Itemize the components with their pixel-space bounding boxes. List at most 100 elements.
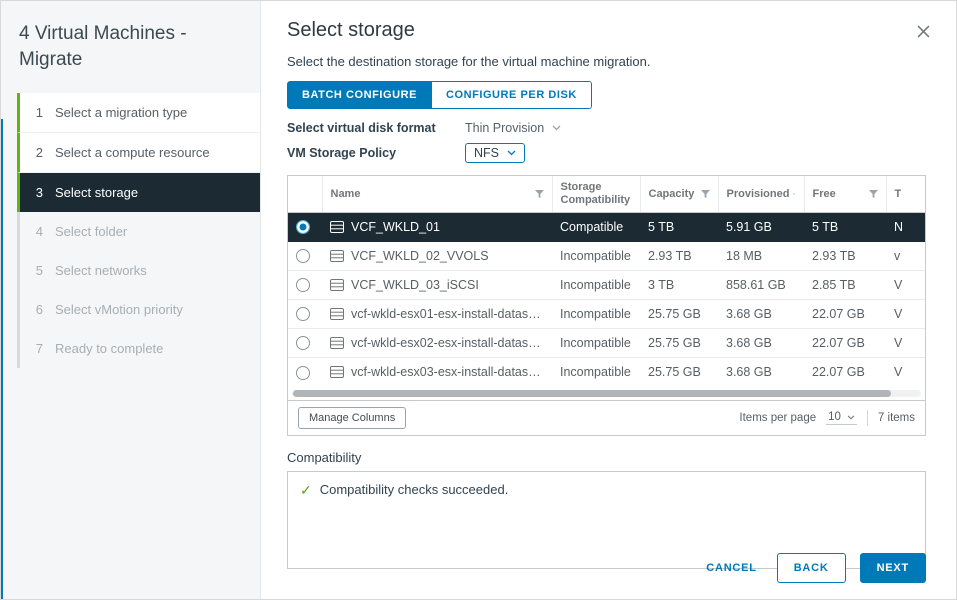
step-label: Select vMotion priority xyxy=(55,302,183,317)
storage-compatibility-cell: Incompatible xyxy=(552,329,640,358)
table-row[interactable]: VCF_WKLD_03_iSCSI Incompatible 3 TB 858.… xyxy=(288,271,925,300)
column-header-free[interactable]: Free xyxy=(804,176,886,213)
tab-configure-per-disk[interactable]: CONFIGURE PER DISK xyxy=(432,81,592,109)
wizard-step-3[interactable]: 3 Select storage xyxy=(17,173,260,212)
column-header-storage-compatibility[interactable]: Storage Compatibility xyxy=(552,176,640,213)
filter-icon[interactable] xyxy=(701,190,710,199)
storage-compatibility-cell: Incompatible xyxy=(552,300,640,329)
items-per-page-select[interactable]: 10 xyxy=(826,410,857,425)
datastore-name: vcf-wkld-esx03-esx-install-datastore xyxy=(351,365,544,379)
step-label: Select a compute resource xyxy=(55,145,210,160)
grid-header-row: Name Storage Compatibility Capacity Prov… xyxy=(288,176,925,213)
wizard-step-6[interactable]: 6 Select vMotion priority xyxy=(17,290,260,329)
type-cell: V xyxy=(886,300,925,329)
radio-column-header xyxy=(288,176,322,213)
migrate-wizard-dialog: 4 Virtual Machines - Migrate 1 Select a … xyxy=(1,1,956,599)
table-row[interactable]: VCF_WKLD_02_VVOLS Incompatible 2.93 TB 1… xyxy=(288,242,925,271)
step-number: 3 xyxy=(33,185,43,200)
wizard-step-5[interactable]: 5 Select networks xyxy=(17,251,260,290)
compatibility-message: Compatibility checks succeeded. xyxy=(320,482,509,497)
column-header-type[interactable]: T xyxy=(886,176,925,213)
row-radio[interactable] xyxy=(296,336,310,350)
step-label: Select folder xyxy=(55,224,127,239)
background-edge xyxy=(1,119,3,599)
datastore-icon xyxy=(330,221,344,233)
datastore-icon xyxy=(330,337,344,349)
type-cell: V xyxy=(886,329,925,358)
horizontal-scrollbar[interactable] xyxy=(288,387,925,400)
chevron-down-icon xyxy=(552,125,561,131)
next-button[interactable]: NEXT xyxy=(860,553,926,583)
datastore-grid: Name Storage Compatibility Capacity Prov… xyxy=(287,175,926,436)
storage-policy-label: VM Storage Policy xyxy=(287,146,465,160)
free-cell: 22.07 GB xyxy=(804,300,886,329)
tab-batch-configure[interactable]: BATCH CONFIGURE xyxy=(287,81,432,109)
row-radio[interactable] xyxy=(296,307,310,321)
cancel-button[interactable]: CANCEL xyxy=(700,553,762,583)
datastore-name: VCF_WKLD_02_VVOLS xyxy=(351,249,489,263)
wizard-sidebar: 4 Virtual Machines - Migrate 1 Select a … xyxy=(1,1,261,599)
capacity-cell: 25.75 GB xyxy=(640,329,718,358)
manage-columns-button[interactable]: Manage Columns xyxy=(298,407,406,429)
free-cell: 2.85 TB xyxy=(804,271,886,300)
datastore-icon xyxy=(330,250,344,262)
table-row[interactable]: vcf-wkld-esx03-esx-install-datastore Inc… xyxy=(288,358,925,387)
storage-policy-value: NFS xyxy=(474,146,499,160)
capacity-cell: 25.75 GB xyxy=(640,300,718,329)
disk-format-select[interactable]: Thin Provision xyxy=(465,121,561,135)
step-label: Ready to complete xyxy=(55,341,163,356)
column-header-capacity[interactable]: Capacity xyxy=(640,176,718,213)
provisioned-cell: 858.61 GB xyxy=(718,271,804,300)
provisioned-cell: 18 MB xyxy=(718,242,804,271)
wizard-content: Select storage Select the destination st… xyxy=(261,1,956,599)
disk-format-value: Thin Provision xyxy=(465,121,544,135)
step-number: 1 xyxy=(33,105,43,120)
table-row[interactable]: vcf-wkld-esx02-esx-install-datastore Inc… xyxy=(288,329,925,358)
items-count: 7 items xyxy=(878,412,915,424)
wizard-step-7[interactable]: 7 Ready to complete xyxy=(17,329,260,368)
datastore-name: VCF_WKLD_01 xyxy=(351,220,440,234)
capacity-cell: 25.75 GB xyxy=(640,358,718,387)
wizard-step-2[interactable]: 2 Select a compute resource xyxy=(17,133,260,173)
row-radio[interactable] xyxy=(296,249,310,263)
storage-compatibility-cell: Compatible xyxy=(552,213,640,242)
compatibility-label: Compatibility xyxy=(287,450,926,465)
type-cell: v xyxy=(886,242,925,271)
row-radio[interactable] xyxy=(296,278,310,292)
filter-icon[interactable] xyxy=(793,190,795,199)
filter-icon[interactable] xyxy=(535,190,544,199)
row-radio[interactable] xyxy=(296,366,310,380)
table-row[interactable]: VCF_WKLD_01 Compatible 5 TB 5.91 GB 5 TB… xyxy=(288,213,925,242)
scrollbar-thumb[interactable] xyxy=(293,390,891,397)
storage-compatibility-cell: Incompatible xyxy=(552,242,640,271)
row-radio[interactable] xyxy=(296,220,310,234)
back-button[interactable]: BACK xyxy=(777,553,846,583)
storage-compatibility-cell: Incompatible xyxy=(552,358,640,387)
datastore-icon xyxy=(330,366,344,378)
wizard-step-1[interactable]: 1 Select a migration type xyxy=(17,93,260,133)
provisioned-cell: 5.91 GB xyxy=(718,213,804,242)
wizard-step-4[interactable]: 4 Select folder xyxy=(17,212,260,251)
column-header-provisioned[interactable]: Provisioned xyxy=(718,176,804,213)
capacity-cell: 2.93 TB xyxy=(640,242,718,271)
provisioned-cell: 3.68 GB xyxy=(718,358,804,387)
close-icon[interactable] xyxy=(913,21,934,42)
storage-policy-select[interactable]: NFS xyxy=(465,143,525,163)
disk-format-label: Select virtual disk format xyxy=(287,121,465,135)
free-cell: 22.07 GB xyxy=(804,329,886,358)
step-number: 4 xyxy=(33,224,43,239)
items-per-page-value: 10 xyxy=(828,411,841,423)
step-label: Select storage xyxy=(55,185,138,200)
filter-icon[interactable] xyxy=(869,190,878,199)
table-row[interactable]: vcf-wkld-esx01-esx-install-datastore Inc… xyxy=(288,300,925,329)
capacity-cell: 5 TB xyxy=(640,213,718,242)
step-number: 7 xyxy=(33,341,43,356)
step-number: 6 xyxy=(33,302,43,317)
column-header-name[interactable]: Name xyxy=(322,176,552,213)
type-cell: V xyxy=(886,358,925,387)
free-cell: 5 TB xyxy=(804,213,886,242)
configure-tabs: BATCH CONFIGURE CONFIGURE PER DISK xyxy=(287,81,592,109)
storage-compatibility-cell: Incompatible xyxy=(552,271,640,300)
provisioned-cell: 3.68 GB xyxy=(718,329,804,358)
step-number: 2 xyxy=(33,145,43,160)
